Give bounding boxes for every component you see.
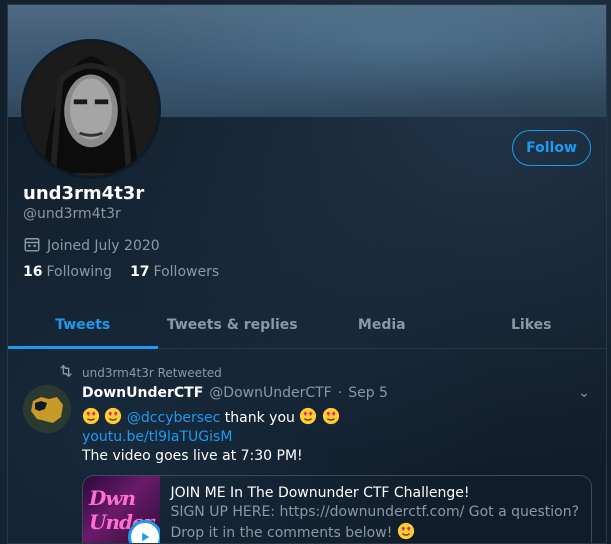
profile-avatar[interactable] [21, 39, 161, 179]
followers-link[interactable]: 17 Followers [130, 264, 219, 280]
tab-tweets[interactable]: Tweets [8, 301, 158, 349]
avatar-image [24, 42, 158, 176]
mention-link[interactable]: @dccybersec [127, 410, 220, 426]
play-icon[interactable] [128, 520, 161, 543]
profile-column: Follow und3rm4t3r @und3rm4t3r Joined Jul… [7, 4, 607, 544]
heart-eyes-emoji [300, 407, 317, 425]
tweet-line-1: @dccybersec thank you [82, 407, 592, 428]
retweet-note: und3rm4t3r Retweeted [58, 363, 222, 382]
retweet-note-text: und3rm4t3r Retweeted [82, 365, 222, 380]
profile-handle: @und3rm4t3r [23, 206, 121, 222]
tab-tweets-replies[interactable]: Tweets & replies [158, 301, 308, 348]
display-name: und3rm4t3r [23, 183, 145, 204]
calendar-icon [23, 235, 41, 257]
card-text: JOIN ME In The Downunder CTF Challenge! … [160, 476, 591, 543]
tweet-separator: · [337, 385, 343, 401]
tweet-author-handle[interactable]: @DownUnderCTF [209, 385, 331, 401]
profile-stats: 16 Following 17 Followers [23, 264, 219, 280]
card-description: SIGN UP HERE: https://downunderctf.com/ … [170, 503, 581, 543]
followers-label: Followers [153, 264, 220, 280]
heart-eyes-emoji [322, 407, 339, 425]
tweet-author-name[interactable]: DownUnderCTF [82, 385, 203, 401]
profile-tabs: Tweets Tweets & replies Media Likes [8, 301, 606, 349]
joined-text: Joined July 2020 [47, 238, 160, 254]
retweet-icon [58, 363, 74, 382]
tweet-line-3: The video goes live at 7:30 PM! [82, 448, 303, 464]
tab-likes[interactable]: Likes [457, 301, 607, 348]
heart-eyes-emoji [82, 407, 100, 425]
following-link[interactable]: 16 Following [23, 264, 112, 280]
video-link[interactable]: youtu.be/tl9laTUGisM [82, 428, 592, 447]
card-description-text: SIGN UP HERE: https://downunderctf.com/ … [170, 504, 580, 541]
tweet-header: DownUnderCTF @DownUnderCTF · Sep 5 [82, 385, 388, 401]
following-label: Following [46, 264, 113, 280]
chevron-down-icon[interactable]: ⌄ [578, 385, 590, 401]
heart-eyes-emoji [397, 522, 414, 540]
heart-eyes-emoji [105, 407, 122, 425]
tweet-text: @dccybersec thank you youtu.be/tl9laTUGi… [82, 407, 592, 466]
tab-media[interactable]: Media [307, 301, 457, 348]
tweet-item[interactable]: und3rm4t3r Retweeted DownUnderCTF @DownU… [8, 357, 606, 543]
card-title: JOIN ME In The Downunder CTF Challenge! [170, 485, 470, 501]
tweet-author-avatar[interactable] [23, 385, 71, 433]
card-thumbnail: Dwn Under [83, 476, 161, 543]
joined-date: Joined July 2020 [23, 235, 160, 257]
followers-count: 17 [130, 264, 150, 280]
thank-text: thank you [224, 410, 295, 426]
tweet-date[interactable]: Sep 5 [348, 385, 388, 401]
following-count: 16 [23, 264, 43, 280]
follow-button[interactable]: Follow [512, 130, 591, 166]
link-preview-card[interactable]: Dwn Under JOIN ME In The Downunder CTF C… [82, 475, 592, 543]
